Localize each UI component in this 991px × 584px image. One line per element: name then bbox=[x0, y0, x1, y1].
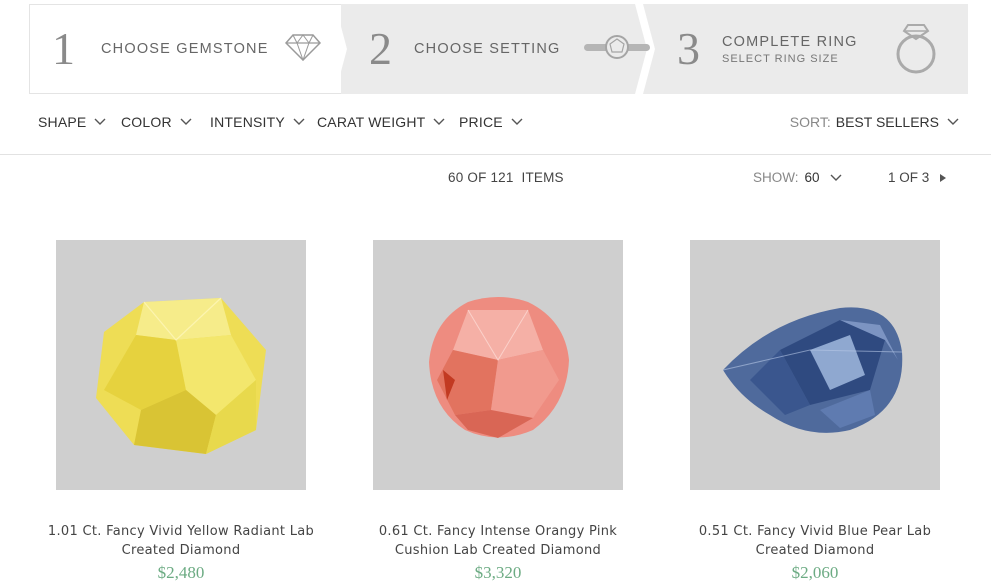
filter-label: COLOR bbox=[121, 114, 172, 130]
step-number: 1 bbox=[52, 23, 75, 74]
product-card[interactable]: 1.01 Ct. Fancy Vivid Yellow Radiant Lab … bbox=[48, 240, 314, 583]
chevron-down-icon bbox=[433, 118, 445, 125]
product-title[interactable]: 0.51 Ct. Fancy Vivid Blue Pear Lab Creat… bbox=[670, 522, 960, 560]
step-complete-ring[interactable]: 3 COMPLETE RING SELECT RING SIZE bbox=[641, 4, 968, 94]
filter-carat-weight[interactable]: CARAT WEIGHT bbox=[317, 114, 445, 130]
filter-label: PRICE bbox=[459, 114, 503, 130]
product-card[interactable]: 0.51 Ct. Fancy Vivid Blue Pear Lab Creat… bbox=[690, 240, 940, 583]
filter-shape[interactable]: SHAPE bbox=[38, 114, 106, 130]
chevron-down-icon bbox=[947, 118, 959, 125]
filter-label: SHAPE bbox=[38, 114, 87, 130]
step-label: COMPLETE RING bbox=[722, 33, 858, 50]
product-image-yellow-radiant-diamond[interactable] bbox=[56, 240, 306, 490]
filter-price[interactable]: PRICE bbox=[459, 114, 523, 130]
product-price: $2,480 bbox=[157, 563, 205, 582]
step-number: 2 bbox=[369, 23, 392, 74]
filter-bar: SHAPE COLOR INTENSITY CARAT WEIGHT PRICE… bbox=[0, 104, 991, 155]
show-value: 60 bbox=[804, 170, 820, 185]
step-label: CHOOSE GEMSTONE bbox=[101, 41, 269, 57]
filter-label: INTENSITY bbox=[210, 114, 285, 130]
sort-value: BEST SELLERS bbox=[835, 114, 939, 130]
product-card[interactable]: 0.61 Ct. Fancy Intense Orangy Pink Cushi… bbox=[373, 240, 623, 583]
show-key: SHOW: bbox=[753, 170, 799, 185]
chevron-down-icon bbox=[180, 118, 192, 125]
pagination: 1 OF 3 bbox=[888, 170, 947, 185]
product-price: $2,060 bbox=[791, 563, 839, 582]
step-choose-gemstone[interactable]: 1 CHOOSE GEMSTONE bbox=[29, 4, 341, 94]
results-count: 60 OF 121 ITEMS bbox=[448, 170, 564, 185]
product-price: $3,320 bbox=[474, 563, 522, 582]
filter-intensity[interactable]: INTENSITY bbox=[210, 114, 305, 130]
chevron-down-icon bbox=[511, 118, 523, 125]
step-label: CHOOSE SETTING bbox=[414, 41, 561, 57]
chevron-down-icon bbox=[94, 118, 106, 125]
product-title[interactable]: 0.61 Ct. Fancy Intense Orangy Pink Cushi… bbox=[353, 522, 643, 560]
product-image-pink-cushion-diamond[interactable] bbox=[373, 240, 623, 490]
filter-color[interactable]: COLOR bbox=[121, 114, 192, 130]
diamond-outline-icon bbox=[284, 33, 321, 66]
chevron-down-icon bbox=[293, 118, 305, 125]
step-sublabel: SELECT RING SIZE bbox=[722, 52, 839, 65]
sort-dropdown[interactable]: SORT: BEST SELLERS bbox=[790, 114, 959, 130]
step-number: 3 bbox=[677, 23, 700, 74]
filter-label: CARAT WEIGHT bbox=[317, 114, 426, 130]
product-title[interactable]: 1.01 Ct. Fancy Vivid Yellow Radiant Lab … bbox=[36, 522, 326, 560]
sort-key: SORT: bbox=[789, 114, 831, 130]
ring-icon bbox=[894, 19, 938, 80]
page-indicator: 1 OF 3 bbox=[888, 170, 930, 185]
progress-steps: 1 CHOOSE GEMSTONE 2 CHOOSE SETTING 3 COM… bbox=[29, 4, 968, 94]
step-text: COMPLETE RING SELECT RING SIZE bbox=[722, 34, 858, 65]
show-per-page-dropdown[interactable]: SHOW: 60 bbox=[753, 170, 842, 185]
chevron-down-icon bbox=[830, 174, 842, 181]
step-choose-setting[interactable]: 2 CHOOSE SETTING bbox=[335, 4, 655, 94]
product-image-blue-pear-diamond[interactable] bbox=[690, 240, 940, 490]
next-page-arrow-icon[interactable] bbox=[939, 173, 947, 183]
